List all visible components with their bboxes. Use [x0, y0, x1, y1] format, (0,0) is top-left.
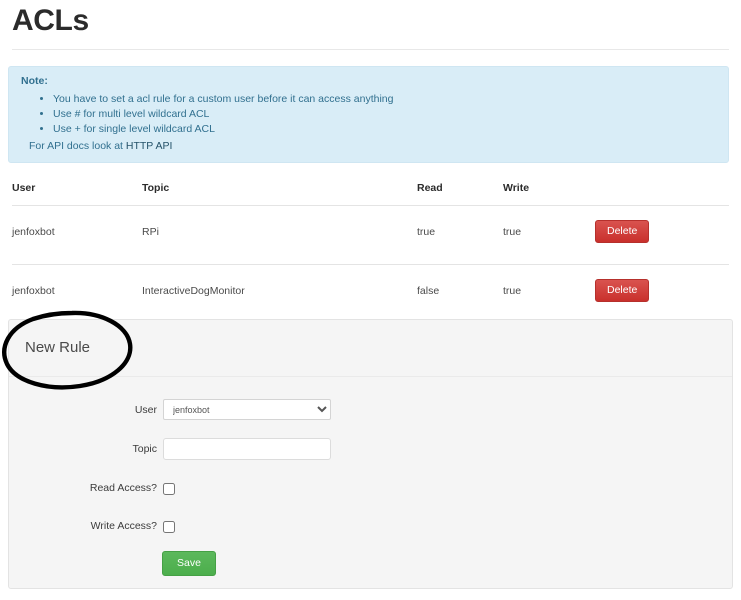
column-header-write: Write: [503, 182, 595, 206]
page-title: ACLs: [12, 4, 89, 37]
save-button[interactable]: Save: [162, 551, 216, 576]
form-row-read-access: Read Access?: [9, 477, 732, 499]
user-select[interactable]: jenfoxbot: [163, 399, 331, 420]
form-row-topic: Topic: [9, 438, 732, 460]
table-body: jenfoxbot RPi true true Delete jenfoxbot…: [12, 205, 729, 324]
cell-action: Delete: [595, 265, 729, 324]
user-label: User: [134, 404, 157, 416]
cell-topic: InteractiveDogMonitor: [142, 284, 245, 297]
cell-write: true: [503, 284, 522, 297]
title-divider: [12, 49, 729, 50]
cell-user: jenfoxbot: [12, 205, 142, 265]
topic-input-wrap: [163, 438, 331, 460]
cell-action: Delete: [595, 205, 729, 265]
table-row: jenfoxbot RPi true true Delete: [12, 205, 729, 265]
column-header-user: User: [12, 182, 142, 206]
write-access-checkbox[interactable]: [163, 520, 175, 533]
note-heading: Note:: [21, 75, 48, 87]
column-header-action: [595, 182, 729, 206]
form-row-write-access: Write Access?: [9, 515, 732, 537]
note-list: You have to set a acl rule for a custom …: [39, 92, 393, 137]
cell-read: false: [417, 284, 440, 297]
table-header-row: User Topic Read Write: [12, 182, 729, 206]
write-access-checkbox-wrap: [163, 518, 175, 536]
table-row: jenfoxbot InteractiveDogMonitor false tr…: [12, 265, 729, 324]
form-row-user: User jenfoxbot: [9, 399, 732, 421]
note-footer: For API docs look at HTTP API: [29, 140, 172, 152]
table-head: User Topic Read Write: [12, 182, 729, 206]
column-header-read: Read: [417, 182, 503, 206]
note-list-item: Use # for multi level wildcard ACL: [53, 107, 393, 122]
cell-topic: RPi: [142, 205, 417, 265]
acl-page: ACLs Note: You have to set a acl rule fo…: [0, 0, 741, 600]
cell-read: true: [417, 205, 503, 265]
cell-user: jenfoxbot: [12, 284, 55, 297]
http-api-link[interactable]: HTTP API: [126, 140, 173, 152]
column-header-topic: Topic: [142, 182, 417, 206]
topic-label: Topic: [132, 443, 157, 455]
new-rule-panel-heading: New Rule: [9, 320, 732, 377]
user-select-wrap: jenfoxbot: [163, 399, 331, 420]
acl-table: User Topic Read Write jenfoxbot RPi true…: [12, 182, 729, 323]
read-access-checkbox[interactable]: [163, 482, 175, 495]
read-access-checkbox-wrap: [163, 480, 175, 498]
new-rule-panel: New Rule User jenfoxbot Topic Read Acces…: [8, 319, 733, 589]
delete-button[interactable]: Delete: [595, 279, 650, 302]
cell-write: true: [503, 205, 595, 265]
note-list-item: You have to set a acl rule for a custom …: [53, 92, 393, 107]
write-access-label: Write Access?: [90, 520, 157, 532]
note-alert-box: Note: You have to set a acl rule for a c…: [8, 66, 729, 163]
topic-input[interactable]: [163, 438, 331, 460]
read-access-label: Read Access?: [89, 482, 157, 494]
delete-button[interactable]: Delete: [595, 220, 650, 243]
note-footer-text: For API docs look at: [29, 140, 126, 152]
new-rule-title: New Rule: [25, 339, 91, 356]
note-list-item: Use + for single level wildcard ACL: [53, 122, 393, 137]
